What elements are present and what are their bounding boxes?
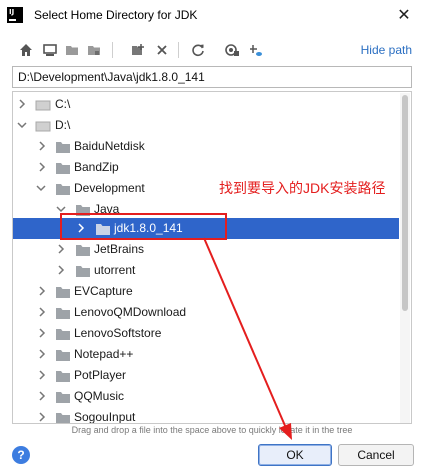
path-input[interactable]: D:\Development\Java\jdk1.8.0_141	[12, 66, 412, 88]
tree-row-label: LenovoQMDownload	[74, 305, 187, 319]
tree-row-utorrent[interactable]: utorrent	[13, 260, 399, 281]
refresh-button[interactable]	[188, 40, 208, 60]
chevron-right-icon[interactable]	[56, 265, 66, 275]
tree-row-bandzip[interactable]: BandZip	[13, 157, 399, 178]
tree-row-potplayer[interactable]: PotPlayer	[13, 365, 399, 386]
chevron-right-icon[interactable]	[37, 412, 47, 422]
chevron-right-icon[interactable]	[37, 370, 47, 380]
chevron-right-icon[interactable]	[37, 162, 47, 172]
tree-row-label: LenovoSoftstore	[74, 326, 162, 340]
intellij-app-icon: IJ	[7, 7, 23, 23]
hide-path-link[interactable]: Hide path	[361, 43, 412, 57]
folder-icon	[56, 371, 70, 382]
tree-row-c-drive[interactable]: C:\	[13, 94, 399, 115]
folder-icon	[56, 413, 70, 423]
tree-row-d-drive[interactable]: D:\	[13, 115, 399, 136]
scrollbar-thumb[interactable]	[402, 95, 408, 311]
tree-row-label: Notepad++	[74, 347, 134, 361]
home-button[interactable]	[16, 40, 36, 60]
folder-icon	[56, 392, 70, 403]
app-icon-text: IJ	[9, 8, 15, 16]
link-button[interactable]	[246, 40, 266, 60]
tree-row-label: BaiduNetdisk	[74, 139, 145, 153]
drive-icon	[35, 100, 51, 111]
chevron-right-icon[interactable]	[37, 349, 47, 359]
tree-row-evcapture[interactable]: EVCapture	[13, 281, 399, 302]
delete-icon	[157, 45, 167, 55]
help-icon: ?	[17, 448, 25, 462]
cancel-button[interactable]: Cancel	[338, 444, 414, 466]
desktop-button[interactable]	[40, 40, 60, 60]
project-button[interactable]	[62, 40, 82, 60]
folder-icon	[56, 329, 70, 340]
module-icon	[88, 46, 100, 55]
new-folder-button[interactable]	[128, 40, 148, 60]
tree-row-notepadplusplus[interactable]: Notepad++	[13, 344, 399, 365]
tree-row-label: BandZip	[74, 160, 119, 174]
refresh-icon	[192, 44, 204, 57]
tree-row-qqmusic[interactable]: QQMusic	[13, 386, 399, 407]
folder-icon	[56, 142, 70, 153]
show-hidden-button[interactable]	[222, 40, 242, 60]
annotation-highlight-box	[60, 213, 227, 240]
ok-button[interactable]: OK	[258, 444, 332, 466]
project-icon	[66, 46, 78, 55]
tree-row-lenovoqmdownload[interactable]: LenovoQMDownload	[13, 302, 399, 323]
link-icon	[250, 45, 262, 56]
folder-icon	[56, 287, 70, 298]
show-hidden-icon	[225, 44, 239, 56]
chevron-right-icon[interactable]	[37, 307, 47, 317]
tree-row-label: EVCapture	[74, 284, 133, 298]
tree-row-label: C:\	[55, 97, 71, 111]
close-button[interactable]: ✕	[392, 4, 416, 26]
file-tree[interactable]: C:\ D:\ BaiduNetdisk BandZip Development…	[12, 91, 412, 424]
annotation-text: 找到要导入的JDK安装路径	[219, 180, 386, 196]
chevron-right-icon[interactable]	[37, 141, 47, 151]
help-button[interactable]: ?	[12, 446, 30, 464]
close-icon: ✕	[397, 7, 411, 24]
chevron-right-icon[interactable]	[37, 391, 47, 401]
chevron-right-icon[interactable]	[37, 286, 47, 296]
folder-icon	[56, 163, 70, 174]
module-button[interactable]	[84, 40, 104, 60]
chevron-right-icon[interactable]	[37, 328, 47, 338]
tree-row-label: QQMusic	[74, 389, 125, 403]
tree-row-label: utorrent	[94, 263, 136, 277]
folder-icon	[76, 245, 90, 256]
chevron-down-icon[interactable]	[17, 120, 27, 130]
window-title: Select Home Directory for JDK	[34, 8, 198, 22]
folder-icon	[76, 266, 90, 277]
tree-row-sogouinput[interactable]: SogouInput	[13, 407, 399, 424]
new-folder-icon	[132, 44, 144, 55]
title-bar: IJ Select Home Directory for JDK ✕	[0, 0, 424, 30]
chevron-down-icon[interactable]	[36, 183, 46, 193]
folder-icon	[56, 350, 70, 361]
delete-button[interactable]	[152, 40, 172, 60]
tree-row-baidunetdisk[interactable]: BaiduNetdisk	[13, 136, 399, 157]
tree-row-label: JetBrains	[94, 242, 145, 256]
chevron-right-icon[interactable]	[17, 99, 27, 109]
cancel-button-label: Cancel	[357, 448, 395, 462]
tree-row-label: D:\	[55, 118, 71, 132]
toolbar: Hide path	[0, 38, 424, 62]
tree-row-jetbrains[interactable]: JetBrains	[13, 239, 399, 260]
path-input-value: D:\Development\Java\jdk1.8.0_141	[18, 70, 205, 84]
home-icon	[20, 44, 32, 56]
chevron-right-icon[interactable]	[56, 244, 66, 254]
drive-icon	[35, 121, 51, 132]
tree-row-label: PotPlayer	[74, 368, 127, 382]
desktop-icon	[43, 44, 57, 56]
tree-row-lenovosoftstore[interactable]: LenovoSoftstore	[13, 323, 399, 344]
tree-scrollbar[interactable]	[400, 93, 410, 423]
drag-drop-hint: Drag and drop a file into the space abov…	[71, 425, 353, 435]
folder-icon	[56, 184, 70, 195]
tree-row-label: Development	[74, 181, 145, 195]
ok-button-label: OK	[286, 448, 304, 462]
folder-icon	[56, 308, 70, 319]
tree-row-label: SogouInput	[74, 410, 136, 424]
